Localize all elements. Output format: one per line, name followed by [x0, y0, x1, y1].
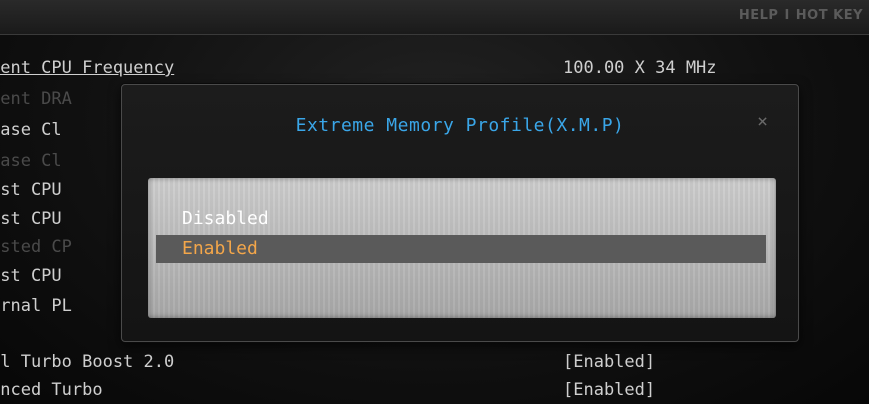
setting-label: Base Cl	[0, 151, 62, 171]
separator: I	[784, 8, 790, 23]
setting-label: ust CPU	[0, 209, 62, 229]
hotkey-bar: HELP I HOT KEY	[739, 8, 863, 23]
hotkey-link[interactable]: HOT KEY	[796, 8, 863, 23]
setting-label: rent CPU Frequency	[0, 58, 175, 78]
bios-screen: HELP I HOT KEY rent CPU Frequency 100.00 X…	[0, 0, 869, 404]
close-icon[interactable]: ×	[757, 111, 768, 132]
help-link[interactable]: HELP	[739, 8, 779, 23]
setting-label: anced Turbo	[0, 380, 103, 400]
setting-label: ust CPU	[0, 180, 62, 200]
option-enabled[interactable]: Enabled	[156, 235, 766, 263]
setting-label: rent DRA	[0, 89, 72, 109]
setting-label: Base Cl	[0, 120, 62, 140]
option-disabled[interactable]: Disabled	[156, 205, 766, 233]
setting-label: el Turbo Boost 2.0	[0, 352, 175, 372]
setting-value: [Enabled]	[563, 380, 656, 400]
xmp-dialog: Extreme Memory Profile(X.M.P) × Disabled…	[121, 84, 799, 342]
options-list: Disabled Enabled	[148, 178, 776, 318]
dialog-title: Extreme Memory Profile(X.M.P)	[295, 115, 625, 136]
top-bar: HELP I HOT KEY	[0, 0, 869, 35]
setting-label: ernal PL	[0, 296, 72, 316]
setting-value: 100.00 X 34 MHz	[563, 58, 717, 78]
setting-value: [Enabled]	[563, 352, 656, 372]
setting-label: ust CPU	[0, 266, 62, 286]
setting-label: usted CP	[0, 237, 72, 257]
